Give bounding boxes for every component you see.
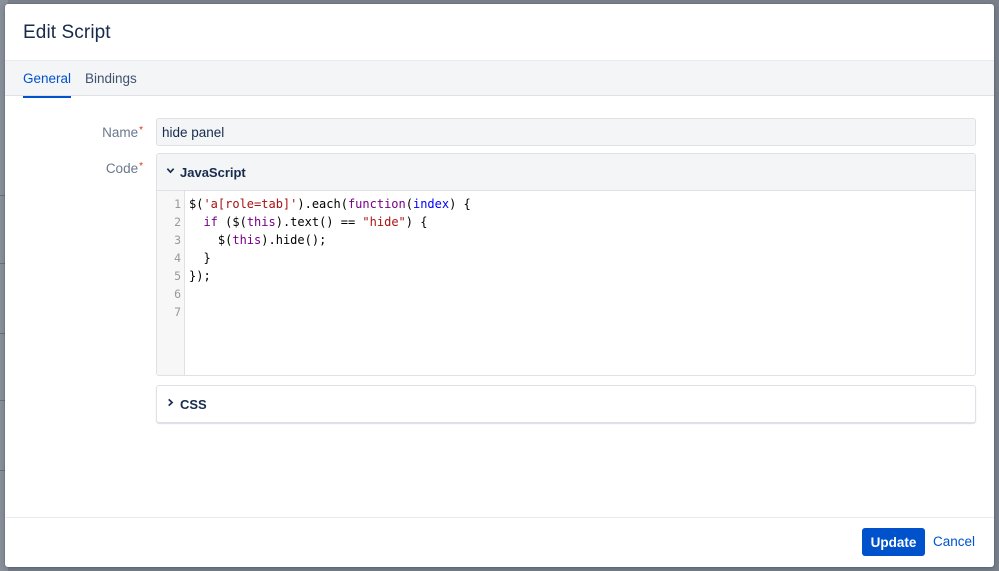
tab-bar: General Bindings bbox=[5, 60, 994, 98]
javascript-panel: JavaScript 1 $('a[role=tab]').each(functi… bbox=[156, 153, 976, 376]
code-token: ) { bbox=[405, 215, 428, 229]
css-panel-title: CSS bbox=[180, 396, 207, 412]
code-token: ($( bbox=[217, 215, 247, 229]
line-number: 4 bbox=[174, 251, 181, 265]
code-token: } bbox=[189, 251, 211, 265]
code-token: ) { bbox=[449, 197, 471, 211]
code-line[interactable]: 1 $('a[role=tab]').each(function(index) { bbox=[157, 195, 975, 213]
line-number: 1 bbox=[174, 197, 181, 211]
tab-general[interactable]: General bbox=[23, 61, 72, 98]
code-token: 'a[role=tab]' bbox=[203, 197, 298, 211]
css-panel-header[interactable]: CSS bbox=[156, 385, 976, 423]
tab-bindings[interactable]: Bindings bbox=[85, 61, 137, 97]
name-input[interactable] bbox=[156, 118, 976, 146]
code-token: function bbox=[347, 197, 406, 211]
code-line[interactable]: 2 if ($(this).text() == "hide") { bbox=[157, 213, 975, 231]
name-label-text: Name bbox=[102, 125, 139, 140]
code-token: ( bbox=[405, 197, 413, 211]
dialog-header: Edit Script bbox=[5, 4, 994, 60]
line-number: 5 bbox=[174, 269, 181, 283]
required-marker: * bbox=[139, 161, 143, 172]
code-line[interactable]: 4 } bbox=[157, 249, 975, 267]
javascript-panel-header[interactable]: JavaScript bbox=[157, 154, 975, 191]
code-text: if ($(this).text() == "hide") { bbox=[189, 213, 427, 231]
code-token: ).each( bbox=[297, 197, 348, 211]
code-line[interactable]: 7 bbox=[157, 303, 975, 321]
update-button[interactable]: Update bbox=[862, 528, 925, 556]
cancel-button[interactable]: Cancel bbox=[933, 528, 975, 556]
code-label-text: Code bbox=[105, 161, 139, 176]
dialog-title: Edit Script bbox=[23, 22, 111, 43]
code-token: "hide" bbox=[362, 215, 406, 229]
code-field-label: Code* bbox=[83, 161, 143, 176]
code-editor[interactable]: 1 $('a[role=tab]').each(function(index) {… bbox=[157, 191, 975, 375]
code-text: } bbox=[189, 249, 211, 267]
code-token: ).text() == bbox=[275, 215, 363, 229]
code-token: index bbox=[412, 197, 450, 211]
line-number: 3 bbox=[174, 233, 181, 247]
chevron-right-icon bbox=[166, 398, 180, 410]
dialog-footer: Update Cancel bbox=[5, 517, 994, 567]
code-line[interactable]: 6 bbox=[157, 285, 975, 303]
javascript-panel-title: JavaScript bbox=[180, 164, 246, 180]
line-number: 2 bbox=[174, 215, 181, 229]
code-line[interactable]: 5}); bbox=[157, 267, 975, 285]
line-number: 7 bbox=[174, 305, 181, 319]
code-token: $( bbox=[189, 197, 204, 211]
required-marker: * bbox=[139, 125, 143, 136]
code-token: $( bbox=[189, 233, 233, 247]
code-token: if bbox=[203, 215, 218, 229]
code-token: ).hide(); bbox=[261, 233, 327, 247]
code-text: $('a[role=tab]').each(function(index) { bbox=[189, 195, 471, 213]
code-token: this bbox=[232, 233, 262, 247]
code-text: $(this).hide(); bbox=[189, 231, 326, 249]
name-field-label: Name* bbox=[83, 125, 143, 140]
code-token: }); bbox=[189, 269, 211, 283]
line-number: 6 bbox=[174, 287, 181, 301]
edit-script-dialog: Edit Script General Bindings Name* Code*… bbox=[5, 4, 994, 567]
code-text: }); bbox=[189, 267, 211, 285]
code-token: this bbox=[246, 215, 276, 229]
code-line[interactable]: 3 $(this).hide(); bbox=[157, 231, 975, 249]
chevron-down-icon bbox=[166, 166, 180, 178]
